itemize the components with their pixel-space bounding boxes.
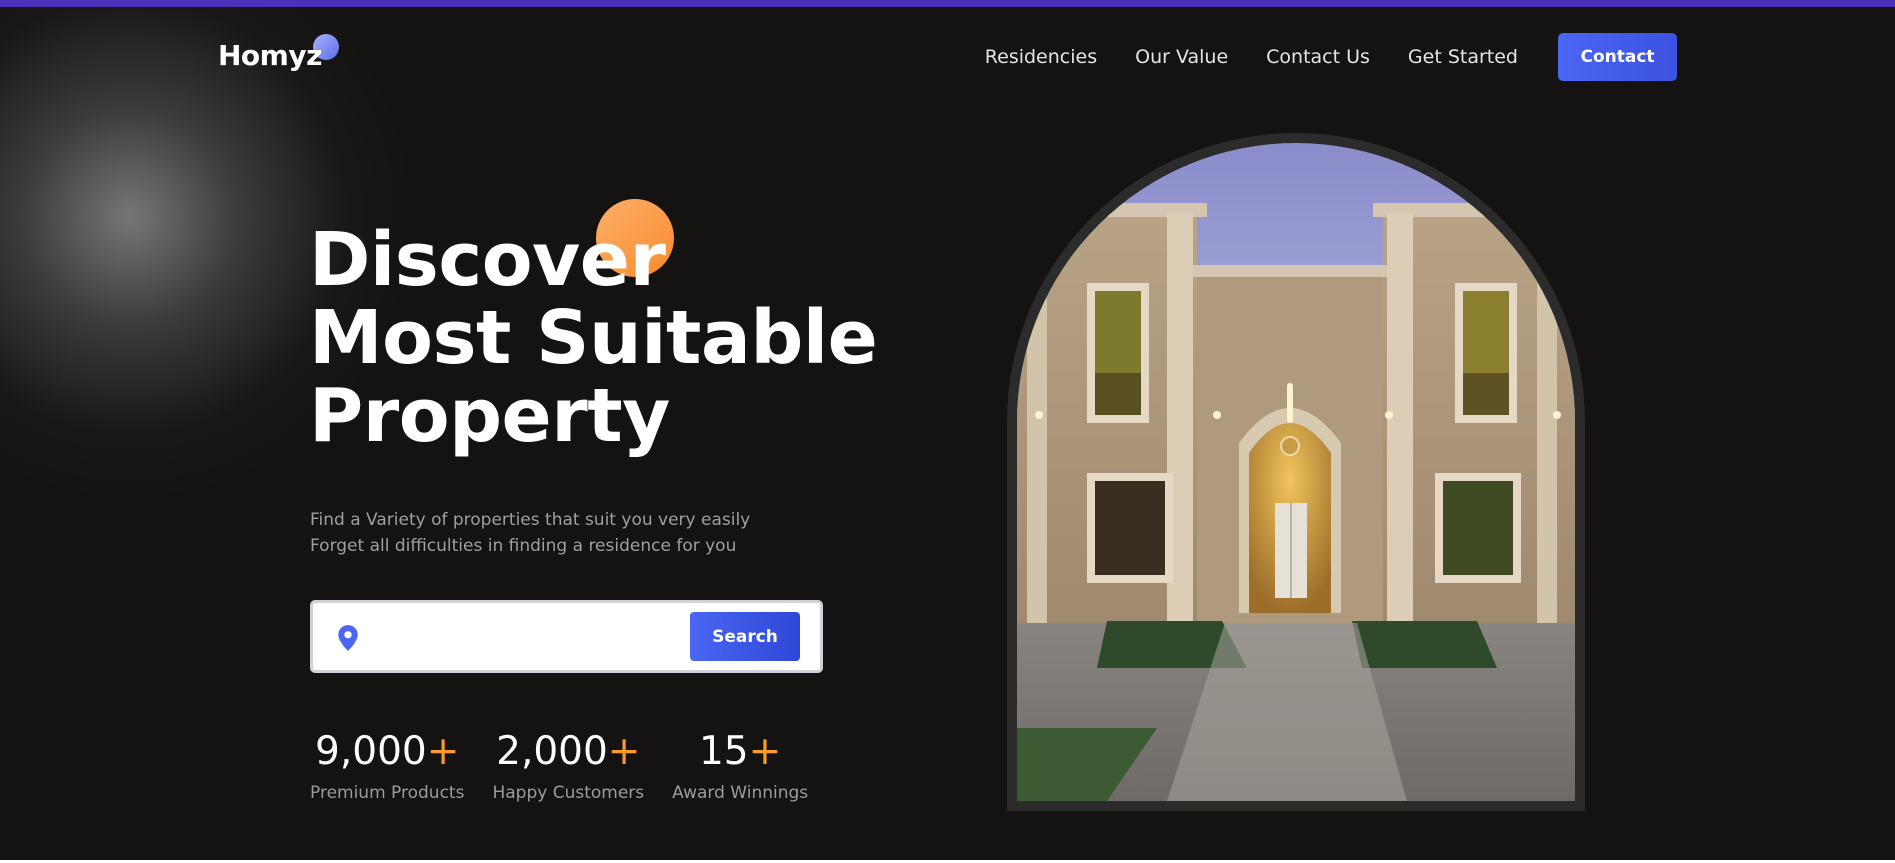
stat-plus: + bbox=[607, 729, 641, 774]
main-nav: Residencies Our Value Contact Us Get Sta… bbox=[985, 33, 1677, 81]
stat-value: 15+ bbox=[699, 729, 781, 775]
stats-row: 9,000+ Premium Products 2,000+ Happy Cus… bbox=[310, 729, 836, 803]
hero-title-line: Discover bbox=[309, 217, 666, 303]
hero-title-line: Property bbox=[309, 373, 670, 459]
villa-night-photo bbox=[1017, 143, 1575, 801]
hero-subtitle: Find a Variety of properties that suit y… bbox=[310, 507, 830, 559]
hero-title-line: Most Suitable bbox=[309, 295, 878, 381]
stat-premium-products: 9,000+ Premium Products bbox=[310, 729, 464, 803]
hero-image-frame bbox=[1007, 133, 1585, 811]
stat-plus: + bbox=[748, 729, 782, 774]
search-input[interactable] bbox=[373, 617, 693, 659]
stat-number: 9,000 bbox=[315, 729, 427, 774]
stat-happy-customers: 2,000+ Happy Customers bbox=[492, 729, 644, 803]
hero-subtitle-line: Forget all difficulties in finding a res… bbox=[310, 536, 737, 556]
logo-text: Homyz bbox=[218, 39, 322, 72]
nav-link-residencies[interactable]: Residencies bbox=[985, 46, 1097, 68]
stat-number: 15 bbox=[698, 729, 749, 774]
search-button[interactable]: Search bbox=[690, 612, 800, 661]
stat-plus: + bbox=[426, 729, 460, 774]
hero-section: Homyz Residencies Our Value Contact Us G… bbox=[0, 7, 1895, 860]
stat-award-winnings: 15+ Award Winnings bbox=[672, 729, 808, 803]
hero-title: Discover Most Suitable Property bbox=[309, 217, 878, 459]
location-pin-icon bbox=[338, 625, 358, 651]
search-bar: Search bbox=[310, 600, 823, 673]
stat-number: 2,000 bbox=[496, 729, 608, 774]
top-accent-bar bbox=[0, 0, 1895, 7]
hero-subtitle-line: Find a Variety of properties that suit y… bbox=[310, 510, 751, 530]
stat-value: 9,000+ bbox=[315, 729, 459, 775]
contact-button[interactable]: Contact bbox=[1558, 33, 1677, 81]
stat-value: 2,000+ bbox=[496, 729, 640, 775]
nav-link-get-started[interactable]: Get Started bbox=[1408, 46, 1518, 68]
nav-link-contact-us[interactable]: Contact Us bbox=[1266, 46, 1370, 68]
stat-label: Happy Customers bbox=[492, 783, 645, 803]
villa-illustration bbox=[1017, 143, 1575, 801]
stat-label: Premium Products bbox=[310, 783, 465, 803]
nav-link-our-value[interactable]: Our Value bbox=[1135, 46, 1228, 68]
stat-label: Award Winnings bbox=[672, 783, 809, 803]
logo[interactable]: Homyz bbox=[218, 31, 348, 81]
